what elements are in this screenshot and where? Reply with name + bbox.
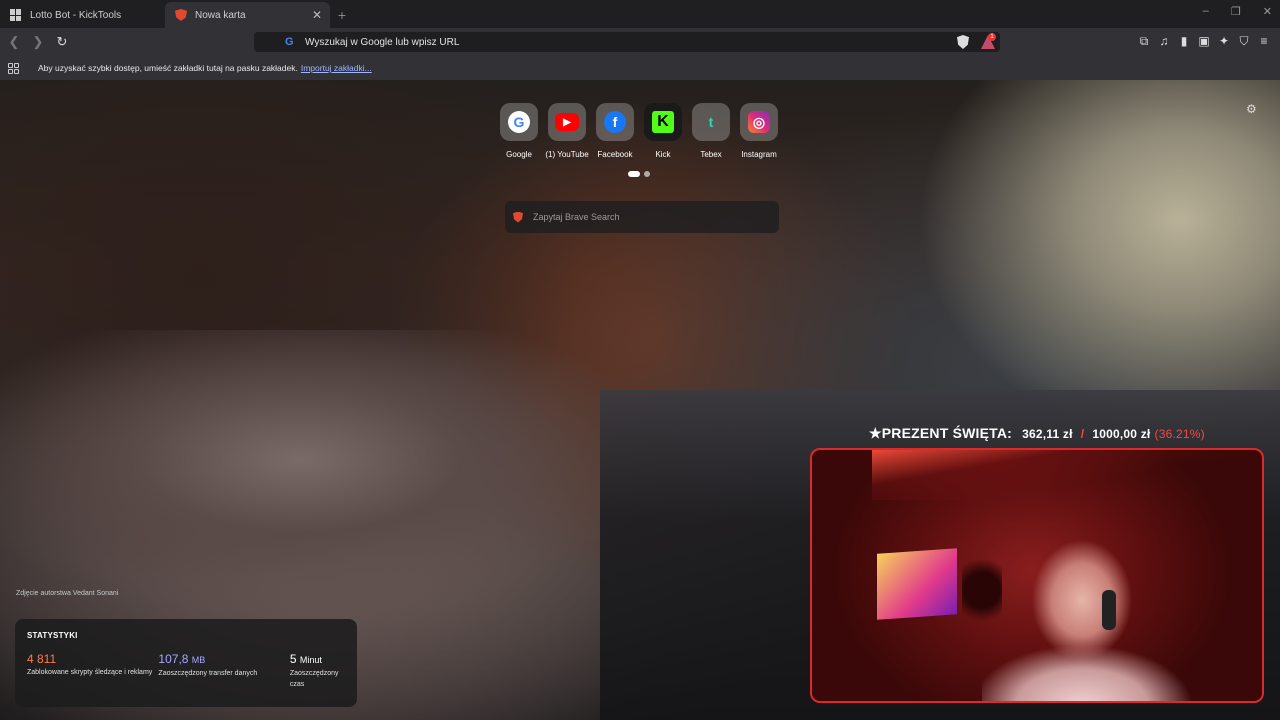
search-placeholder: Zapytaj Brave Search xyxy=(533,212,620,222)
goal-current: 362,11 zł xyxy=(1022,427,1073,441)
rewards-badge: 1 xyxy=(988,33,996,41)
top-site-icon-bg: f xyxy=(596,103,634,141)
apps-icon[interactable] xyxy=(8,62,19,74)
tab-favicon-icon xyxy=(10,9,22,21)
import-bookmarks-link[interactable]: Importuj zakładki... xyxy=(301,63,372,73)
address-bar-placeholder: Wyszukaj w Google lub wpisz URL xyxy=(305,36,460,48)
google-icon: G xyxy=(508,111,530,133)
close-tab-icon[interactable]: ✕ xyxy=(312,8,322,22)
goal-percent: (36.21%) xyxy=(1154,427,1205,441)
tebex-icon: t xyxy=(708,114,714,130)
tab-title: Nowa karta xyxy=(195,9,246,21)
top-site-facebook[interactable]: f Facebook xyxy=(596,103,634,159)
leo-ai-icon[interactable]: ✦ xyxy=(1218,34,1230,49)
minimize-icon[interactable]: – xyxy=(1203,5,1209,18)
stats-title: STATYSTYKI xyxy=(27,631,78,640)
top-site-label: Instagram xyxy=(741,150,777,159)
address-bar[interactable]: G Wyszukaj w Google lub wpisz URL xyxy=(254,32,1000,52)
tab-new-tab[interactable]: Nowa karta ✕ xyxy=(165,2,330,28)
top-sites: G Google ▶ (1) YouTube f Facebook K Kick… xyxy=(500,103,778,159)
goal-target: 1000,00 zł xyxy=(1092,427,1151,441)
stat-label: Zaoszczędzony czas xyxy=(289,670,339,688)
top-site-icon-bg: ◎ xyxy=(740,103,778,141)
stat-unit: Minut xyxy=(299,655,322,665)
stat-label: Zablokowane skrypty śledzące i reklamy xyxy=(27,669,153,676)
brave-lion-icon xyxy=(175,9,187,21)
stat-trackers: 4 811 Zablokowane skrypty śledzące i rek… xyxy=(27,652,158,690)
window-controls: – ❐ ✕ xyxy=(1203,5,1272,18)
top-site-label: Facebook xyxy=(597,150,633,159)
bookmarks-bar-message: Aby uzyskać szybki dostęp, umieść zakład… xyxy=(38,63,298,73)
top-site-label: (1) YouTube xyxy=(545,150,589,159)
toolbar-right-icons: ⧉ ♫ ▮ ▣ ✦ ⛉ ≡ xyxy=(1138,34,1270,49)
top-site-instagram[interactable]: ◎ Instagram xyxy=(740,103,778,159)
restore-icon[interactable]: ❐ xyxy=(1231,5,1241,18)
facebook-icon: f xyxy=(604,111,626,133)
webcam-monitor xyxy=(877,548,957,620)
forward-icon[interactable]: ❯ xyxy=(28,34,48,50)
top-sites-pagination xyxy=(628,171,650,177)
bookmarks-bar: Aby uzyskać szybki dostęp, umieść zakład… xyxy=(0,56,1280,80)
stat-time: 5 Minut Zaoszczędzony czas xyxy=(290,652,345,690)
stat-value: 107,8 xyxy=(158,652,189,666)
stat-value: 4 811 xyxy=(27,652,57,666)
stat-unit: MB xyxy=(191,655,206,665)
stat-value: 5 xyxy=(289,652,297,666)
stats-widget: STATYSTYKI 4 811 Zablokowane skrypty śle… xyxy=(15,619,357,707)
headset-icon xyxy=(1102,590,1116,630)
goal-separator: / xyxy=(1080,427,1085,441)
tab-lotto-bot[interactable]: Lotto Bot - KickTools xyxy=(0,2,165,28)
donation-goal: ★PREZENT ŚWIĘTA: 362,11 zł / 1000,00 zł … xyxy=(869,425,1205,442)
screenshot-icon[interactable]: ⧉ xyxy=(1138,34,1150,49)
top-site-label: Kick xyxy=(655,150,671,159)
top-site-youtube[interactable]: ▶ (1) YouTube xyxy=(545,103,589,159)
top-site-icon-bg: G xyxy=(500,103,538,141)
vpn-icon[interactable]: ⛉ xyxy=(1238,34,1250,49)
stat-bandwidth: 107,8 MB Zaoszczędzony transfer danych xyxy=(158,652,289,690)
stat-label: Zaoszczędzony transfer danych xyxy=(158,670,258,677)
sidebar-icon[interactable]: ▮ xyxy=(1178,34,1190,49)
page-dot[interactable] xyxy=(644,171,650,177)
top-site-icon-bg: t xyxy=(692,103,730,141)
brave-lion-icon xyxy=(513,211,523,223)
wallet-icon[interactable]: ▣ xyxy=(1198,34,1210,49)
top-site-label: Tebex xyxy=(700,150,722,159)
gear-icon[interactable]: ⚙ xyxy=(1246,102,1257,116)
top-site-icon-bg: K xyxy=(644,103,682,141)
top-site-tebex[interactable]: t Tebex xyxy=(692,103,730,159)
youtube-icon: ▶ xyxy=(555,113,579,131)
kick-icon: K xyxy=(652,111,674,133)
webcam-led-lights xyxy=(872,450,1262,500)
google-search-icon: G xyxy=(285,36,294,48)
webcam-streamer xyxy=(982,540,1192,701)
tab-title: Lotto Bot - KickTools xyxy=(30,9,122,21)
back-icon[interactable]: ❮ xyxy=(4,34,24,50)
top-site-google[interactable]: G Google xyxy=(500,103,538,159)
reload-icon[interactable]: ↻ xyxy=(52,34,72,50)
top-site-label: Google xyxy=(506,150,532,159)
photo-credit[interactable]: Zdjęcie autorstwa Vedant Sonani xyxy=(16,590,118,597)
tab-strip: Lotto Bot - KickTools Nowa karta ✕ + – ❐… xyxy=(0,0,1280,28)
instagram-icon: ◎ xyxy=(748,111,770,133)
close-window-icon[interactable]: ✕ xyxy=(1263,5,1272,18)
top-site-icon-bg: ▶ xyxy=(548,103,586,141)
goal-title: ★PREZENT ŚWIĘTA: xyxy=(869,425,1013,441)
media-icon[interactable]: ♫ xyxy=(1158,34,1170,49)
page-dot-active[interactable] xyxy=(628,171,640,177)
new-tab-button[interactable]: + xyxy=(330,2,354,28)
menu-icon[interactable]: ≡ xyxy=(1258,34,1270,49)
brave-search-box[interactable]: Zapytaj Brave Search xyxy=(505,201,779,233)
top-site-kick[interactable]: K Kick xyxy=(644,103,682,159)
webcam-overlay xyxy=(810,448,1264,703)
